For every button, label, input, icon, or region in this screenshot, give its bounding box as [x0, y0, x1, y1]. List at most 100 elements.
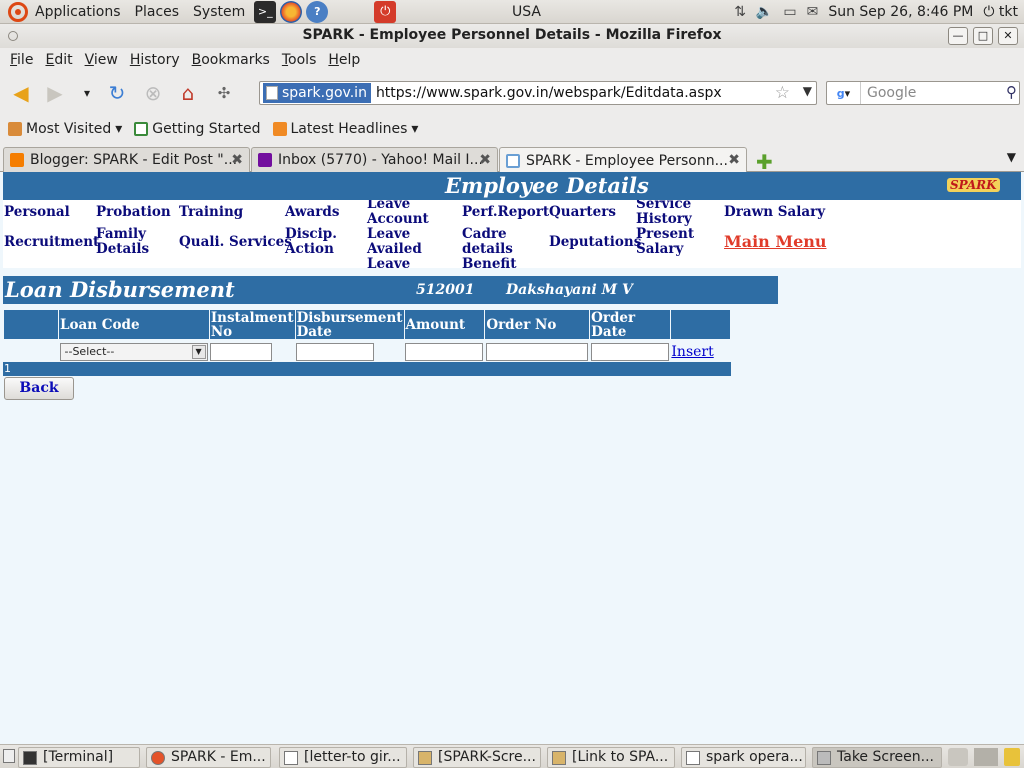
link-drawn-salary[interactable]: Drawn Salary: [724, 205, 825, 220]
search-input[interactable]: Google: [867, 85, 916, 101]
forward-arrow-icon[interactable]: ▶: [42, 80, 68, 106]
tab-blogger[interactable]: Blogger: SPARK - Edit Post "... ✖: [3, 147, 250, 172]
user-menu[interactable]: ⏻ tkt: [983, 4, 1018, 20]
close-window-button[interactable]: ✕: [998, 27, 1018, 45]
link-deputations[interactable]: Deputations: [549, 235, 641, 250]
tab-list-chevron-down-icon[interactable]: ▼: [1007, 150, 1016, 164]
search-bar[interactable]: g ▾ Google ⚲: [826, 81, 1020, 105]
stop-icon[interactable]: ⊗: [140, 80, 166, 106]
terminal-launcher-icon[interactable]: >_: [254, 0, 277, 23]
taskbar-item-spark-operations[interactable]: spark opera...: [681, 747, 806, 768]
taskbar-item-firefox[interactable]: SPARK - Em...: [146, 747, 271, 768]
link-main-menu[interactable]: Main Menu: [724, 234, 827, 250]
ubuntu-logo-icon[interactable]: [8, 1, 28, 22]
applications-menu[interactable]: Applications: [28, 0, 128, 24]
back-button[interactable]: Back: [4, 377, 74, 400]
window-menu-icon[interactable]: [8, 31, 18, 41]
trash-icon[interactable]: [1004, 748, 1020, 766]
order-date-input[interactable]: [590, 342, 669, 361]
places-menu[interactable]: Places: [128, 0, 187, 24]
menu-bookmarks[interactable]: Bookmarks: [186, 52, 276, 68]
terminal-icon: [23, 750, 37, 765]
link-perf-report[interactable]: Perf.Report: [462, 205, 549, 220]
link-probation[interactable]: Probation: [96, 205, 171, 220]
disbursement-date-input[interactable]: [296, 342, 375, 361]
menu-tools[interactable]: Tools: [276, 52, 323, 68]
menu-edit[interactable]: Edit: [39, 52, 78, 68]
show-desktop-icon[interactable]: [3, 749, 15, 763]
site-identity-button[interactable]: spark.gov.in: [263, 83, 371, 103]
close-tab-icon[interactable]: ✖: [479, 152, 491, 168]
display-icon[interactable]: ▭: [783, 4, 796, 20]
help-launcher-icon[interactable]: ?: [306, 0, 329, 23]
link-quali-services[interactable]: Quali. Services: [179, 235, 292, 250]
tab-yahoo-mail[interactable]: Inbox (5770) - Yahoo! Mail I... ✖: [251, 147, 498, 172]
url-dropdown-icon[interactable]: ▼: [803, 84, 812, 98]
bookmark-label: Latest Headlines: [290, 121, 408, 137]
mail-icon[interactable]: ✉: [807, 4, 819, 20]
new-tab-icon[interactable]: ✚: [756, 150, 773, 174]
history-dropdown-icon[interactable]: ▾: [74, 80, 100, 106]
amount-input[interactable]: [405, 342, 484, 361]
link-awards[interactable]: Awards: [285, 205, 339, 220]
taskbar-item-terminal[interactable]: [Terminal]: [18, 747, 140, 768]
firefox-tray-icon[interactable]: [948, 748, 968, 766]
clock[interactable]: Sun Sep 26, 8:46 PM: [828, 4, 973, 20]
loan-code-select[interactable]: --Select-- ▼: [59, 342, 208, 361]
firefox-launcher-icon[interactable]: [280, 0, 303, 23]
minimize-button[interactable]: —: [948, 27, 968, 45]
page-number-link[interactable]: 1: [4, 362, 11, 375]
taskbar-item-letter[interactable]: [letter-to gir...: [279, 747, 407, 768]
addon-icon[interactable]: ✣: [211, 80, 237, 106]
search-icon[interactable]: ⚲: [1006, 83, 1017, 101]
tab-spark[interactable]: SPARK - Employee Personn... ✖: [499, 147, 747, 173]
reload-icon[interactable]: ↻: [104, 80, 130, 106]
tab-label: SPARK - Employee Personn...: [526, 152, 728, 169]
maximize-button[interactable]: □: [973, 27, 993, 45]
camera-icon: [817, 750, 831, 765]
close-tab-icon[interactable]: ✖: [231, 152, 243, 168]
bookmark-star-icon[interactable]: ☆: [775, 83, 790, 103]
menu-view[interactable]: View: [79, 52, 124, 68]
link-leave-availed[interactable]: Leave Availed: [367, 227, 447, 257]
link-cadre-details[interactable]: Cadre details: [462, 227, 532, 257]
search-engine-google-icon[interactable]: g ▾: [827, 82, 861, 104]
url-input[interactable]: https://www.spark.gov.in/webspark/Editda…: [376, 85, 722, 101]
user-name: tkt: [998, 4, 1018, 20]
link-personal[interactable]: Personal: [4, 205, 70, 220]
window-titlebar[interactable]: SPARK - Employee Personnel Details - Moz…: [0, 24, 1024, 48]
link-training[interactable]: Training: [179, 205, 243, 220]
link-service-history[interactable]: Service History: [636, 200, 716, 227]
taskbar-item-take-screenshot[interactable]: Take Screen...: [812, 747, 942, 768]
bookmark-latest-headlines[interactable]: Latest Headlines ▾: [272, 121, 418, 137]
link-quarters[interactable]: Quarters: [549, 205, 616, 220]
bookmark-getting-started[interactable]: Getting Started: [134, 121, 261, 137]
url-bar[interactable]: spark.gov.in https://www.spark.gov.in/we…: [259, 81, 817, 105]
link-discip-action[interactable]: Discip. Action: [285, 227, 355, 257]
workspace-switcher[interactable]: [974, 748, 998, 766]
home-icon[interactable]: ⌂: [175, 80, 201, 106]
order-no-input[interactable]: [485, 342, 588, 361]
link-present-salary[interactable]: Present Salary: [636, 227, 716, 257]
network-icon[interactable]: ⇅: [734, 4, 746, 20]
link-benefit[interactable]: Benefit: [462, 257, 516, 269]
link-leave-account[interactable]: Leave Account: [367, 200, 447, 227]
close-tab-icon[interactable]: ✖: [728, 152, 740, 168]
menu-file[interactable]: File: [4, 52, 39, 68]
back-arrow-icon[interactable]: ◀: [8, 80, 34, 106]
link-leave-row3[interactable]: Leave: [367, 257, 410, 269]
keyboard-layout[interactable]: USA: [512, 0, 541, 24]
shutdown-launcher-icon[interactable]: ⏻: [374, 0, 397, 23]
link-recruitment[interactable]: Recruitment: [4, 235, 99, 250]
volume-icon[interactable]: 🔈: [756, 4, 773, 20]
system-menu[interactable]: System: [186, 0, 252, 24]
taskbar-item-spark-screenshots[interactable]: [SPARK-Scre...: [413, 747, 541, 768]
bookmark-most-visited[interactable]: Most Visited ▾: [8, 121, 122, 137]
top-panel: Applications Places System >_ ? ⏻ USA ⇅ …: [0, 0, 1024, 24]
insert-link[interactable]: Insert: [671, 344, 713, 360]
menu-history[interactable]: History: [124, 52, 186, 68]
taskbar-item-link-to-spark[interactable]: [Link to SPA...: [547, 747, 675, 768]
link-family-details[interactable]: Family Details: [96, 227, 176, 257]
menu-help[interactable]: Help: [322, 52, 366, 68]
instalment-no-input[interactable]: [210, 342, 273, 361]
